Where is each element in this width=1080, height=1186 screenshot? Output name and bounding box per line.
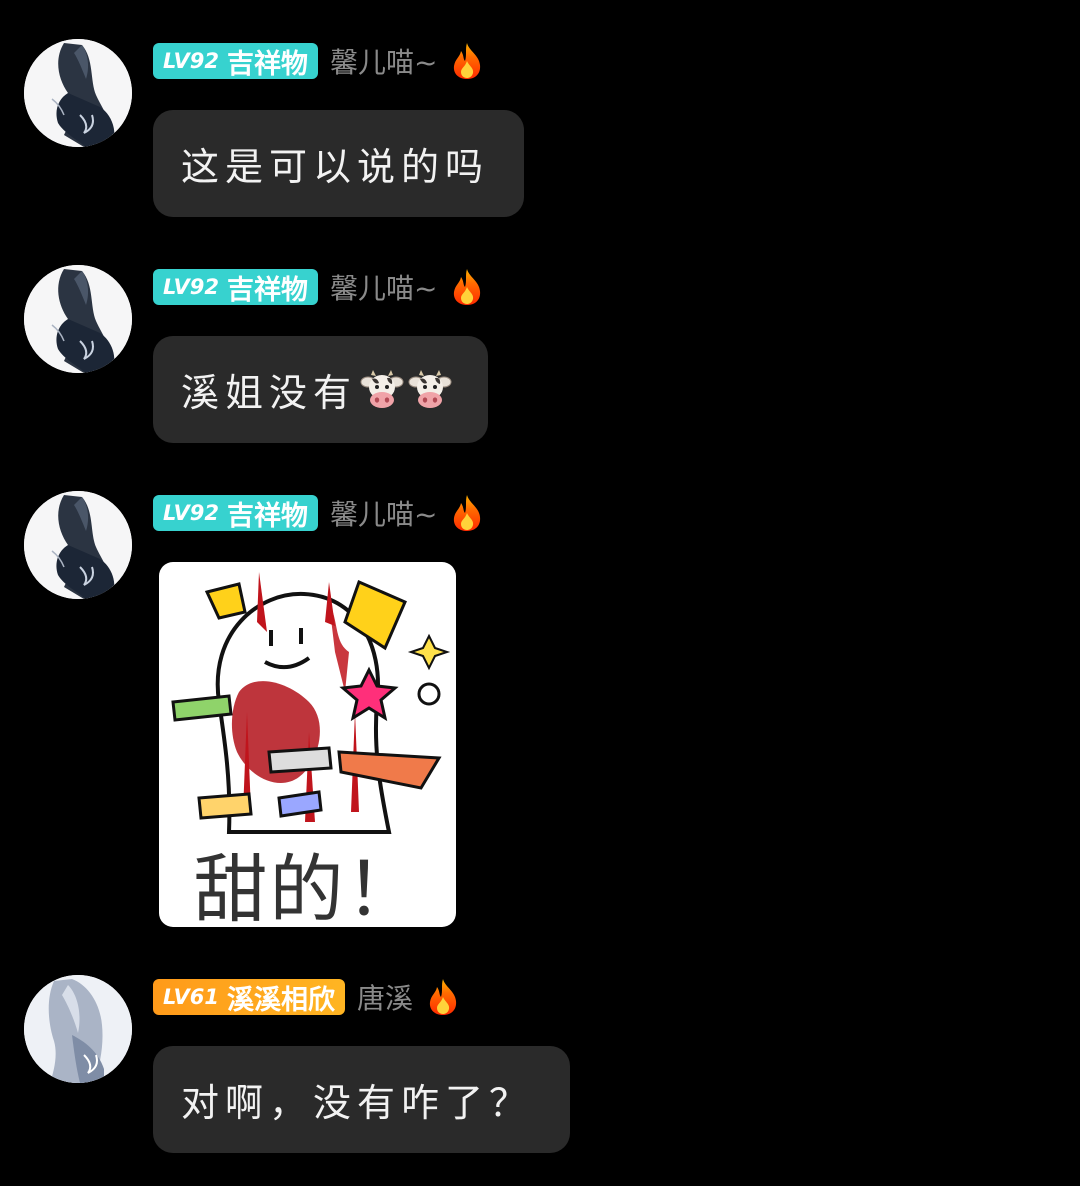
level-label: LV92 [163,275,219,299]
level-badge[interactable]: LV92 吉祥物 [153,495,318,532]
level-badge[interactable]: LV61 溪溪相欣 [153,979,345,1016]
username[interactable]: 馨儿喵~ [330,267,437,307]
fire-icon [449,493,485,533]
cow-face-emoji-icon [407,367,453,413]
level-label: LV92 [163,49,219,73]
username[interactable]: 馨儿喵~ [330,41,437,81]
badge-title: 溪溪相欣 [226,984,335,1016]
sticker-image[interactable]: 甜的！ [159,562,456,927]
username[interactable]: 馨儿喵~ [330,493,437,533]
badge-title: 吉祥物 [226,500,308,532]
cow-face-emoji-icon [359,367,405,413]
avatar[interactable] [24,491,132,599]
message-header: LV61 溪溪相欣 唐溪 [153,978,461,1016]
badge-title: 吉祥物 [226,48,308,80]
message-bubble[interactable]: 溪姐没有 [153,336,488,443]
message-header: LV92 吉祥物 馨儿喵~ [153,268,485,306]
message-text: 这是可以说的吗 [181,145,490,189]
message-text: 对啊，没有咋了？ [181,1081,534,1125]
username[interactable]: 唐溪 [357,977,413,1017]
message-text: 溪姐没有 [181,371,358,415]
level-label: LV92 [163,501,219,525]
message-header: LV92 吉祥物 馨儿喵~ [153,42,485,80]
message-bubble[interactable]: 这是可以说的吗 [153,110,524,217]
sticker-caption: 甜的！ [193,847,422,927]
fire-icon [425,977,461,1017]
fire-icon [449,41,485,81]
fire-icon [449,267,485,307]
level-label: LV61 [163,985,219,1009]
avatar[interactable] [24,975,132,1083]
avatar[interactable] [24,265,132,373]
level-badge[interactable]: LV92 吉祥物 [153,43,318,80]
level-badge[interactable]: LV92 吉祥物 [153,269,318,306]
message-bubble[interactable]: 对啊，没有咋了？ [153,1046,570,1153]
badge-title: 吉祥物 [226,274,308,306]
message-header: LV92 吉祥物 馨儿喵~ [153,494,485,532]
avatar[interactable] [24,39,132,147]
